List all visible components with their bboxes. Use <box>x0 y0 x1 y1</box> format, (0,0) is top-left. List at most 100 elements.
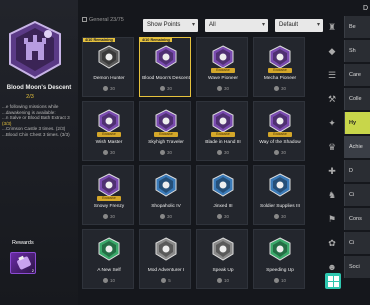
achievement-points: 10 <box>254 278 306 283</box>
points-coin-icon <box>273 278 279 283</box>
points-coin-icon <box>161 278 167 283</box>
menu-category-icon: ♜ <box>327 22 337 32</box>
reward-item[interactable]: 2 <box>10 252 36 274</box>
general-count: General 23/75 <box>82 17 124 23</box>
achievement-badge-icon <box>155 109 177 133</box>
menu-category-icon: ☻ <box>327 262 337 272</box>
achievement-badge-icon <box>98 173 120 197</box>
reward-quantity: 2 <box>31 268 34 273</box>
achievement-card[interactable]: Exclusive Wish Master 30 <box>82 101 134 161</box>
menu-tab[interactable]: Hy <box>344 112 370 134</box>
chevron-down-icon: ▾ <box>261 22 265 28</box>
achievement-badge-icon <box>98 109 120 133</box>
achievement-card[interactable]: Soldier Supplies III 30 <box>253 165 305 225</box>
achievement-card[interactable]: Speak Up 10 <box>196 229 248 289</box>
points-coin-icon <box>216 214 222 219</box>
menu-tab[interactable]: Soci <box>344 256 370 278</box>
achievement-name: Shopaholic IV <box>151 204 181 209</box>
right-menu-icons: ♜ ◆ ☰ ⚒ ✦ ♛ ✚ ♞ ⚑ ✿ ☻ <box>322 14 342 305</box>
exclusive-tag: Exclusive <box>97 196 121 201</box>
achievement-card[interactable]: Exclusive Blade in Hand III 30 <box>196 101 248 161</box>
grid-menu-button[interactable] <box>325 273 341 289</box>
exclusive-tag: Exclusive <box>97 132 121 137</box>
chevron-down-icon: ▾ <box>191 22 195 28</box>
sort-dropdown[interactable]: Default ▾ <box>275 19 323 32</box>
points-coin-icon <box>273 86 279 91</box>
achievement-points: 30 <box>197 150 249 155</box>
achievement-card[interactable]: Exclusive Snowy Frenzy 30 <box>82 165 134 225</box>
achievement-card[interactable]: Speeding Up 10 <box>253 229 305 289</box>
achievement-card[interactable]: A New Self 10 <box>82 229 134 289</box>
achievement-card[interactable]: Exclusive Skyhigh Traveler 30 <box>139 101 191 161</box>
achievement-card[interactable]: Mod Adventurer I 5 <box>139 229 191 289</box>
category-filter-dropdown[interactable]: All ▾ <box>205 19 268 32</box>
points-coin-icon <box>273 214 279 219</box>
achievement-points: 10 <box>83 278 135 283</box>
achievement-points: 30 <box>140 150 192 155</box>
right-menu-tabs: Be Sh Care Colle Hy Achie D Ci Cons Ci Soci <box>344 14 370 305</box>
menu-tab[interactable]: Care <box>344 64 370 86</box>
remaining-badge: 4/10 Remaining <box>83 38 115 42</box>
points-filter-dropdown[interactable]: Show Points ▾ <box>143 19 198 32</box>
achievement-card[interactable]: Jinxed III 30 <box>196 165 248 225</box>
exclusive-tag: Exclusive <box>268 132 292 137</box>
chevron-down-icon: ▾ <box>316 22 320 28</box>
achievement-name: Blade in Hand III <box>205 140 241 145</box>
achievement-name: Wish Master <box>95 140 123 145</box>
achievement-card[interactable]: 4/10 Remaining Blood Moon's Descent 30 <box>139 37 191 97</box>
menu-tab[interactable]: Ci <box>344 232 370 254</box>
achievement-badge-icon <box>155 45 177 69</box>
achievement-badge-icon <box>269 237 291 261</box>
menu-tab[interactable]: Ci <box>344 184 370 206</box>
castle-badge-icon <box>9 20 61 80</box>
menu-tab[interactable]: Colle <box>344 88 370 110</box>
menu-category-icon: ♛ <box>327 142 337 152</box>
achievement-badge-icon <box>98 237 120 261</box>
achievement-points: 5 <box>140 278 192 283</box>
menu-tab[interactable]: D <box>344 160 370 182</box>
points-coin-icon <box>159 214 165 219</box>
achievement-card[interactable]: Exclusive Way of the Shadow 30 <box>253 101 305 161</box>
points-coin-icon <box>216 150 222 155</box>
achievement-points: 30 <box>254 86 306 91</box>
menu-category-icon: ⚒ <box>327 94 337 104</box>
achievement-card[interactable]: 4/10 Remaining Demon Hunter 30 <box>82 37 134 97</box>
exclusive-tag: Exclusive <box>154 132 178 137</box>
points-coin-icon <box>159 150 165 155</box>
menu-category-icon: ✿ <box>328 238 336 248</box>
general-icon <box>82 17 87 22</box>
menu-tab[interactable]: Be <box>344 16 370 38</box>
achievement-badge-icon <box>212 173 234 197</box>
points-coin-icon <box>102 214 108 219</box>
menu-category-icon: ♞ <box>327 190 337 200</box>
achievement-grid: 4/10 Remaining Demon Hunter 30 4/10 Remaini… <box>82 37 322 305</box>
menu-tab[interactable]: Cons <box>344 208 370 230</box>
points-coin-icon <box>102 278 108 283</box>
achievement-badge-icon <box>155 173 177 197</box>
menu-tab[interactable]: Sh <box>344 40 370 62</box>
achievement-name: Mecha Pioneer <box>263 76 297 81</box>
achievement-points: 30 <box>140 86 192 91</box>
exclusive-tag: Exclusive <box>211 68 235 73</box>
achievement-card[interactable]: Exclusive Mecha Pioneer 30 <box>253 37 305 97</box>
achievement-points: 30 <box>83 86 135 91</box>
description-line: ...Blood Chin Chest 3 times. (3/3) <box>2 131 70 137</box>
menu-tab[interactable]: Achie <box>344 136 370 158</box>
achievement-badge-icon <box>269 109 291 133</box>
right-menu: ♜ ◆ ☰ ⚒ ✦ ♛ ✚ ♞ ⚑ ✿ ☻ Be Sh Care Colle Hy Achie D Ci Cons C… <box>322 14 370 305</box>
achievement-description: ...e following missions while ...dawakeni… <box>2 104 76 138</box>
achievement-points: 30 <box>83 150 135 155</box>
achievement-name: Skyhigh Traveler <box>148 140 184 145</box>
achievement-name: A New Self <box>97 268 121 273</box>
achievement-badge-icon <box>155 237 177 261</box>
achievement-card[interactable]: Shopaholic IV 30 <box>139 165 191 225</box>
menu-category-icon: ⚑ <box>327 214 337 224</box>
achievement-card[interactable]: Exclusive Wave Pioneer 30 <box>196 37 248 97</box>
menu-category-icon: ✦ <box>328 118 336 128</box>
achievement-points: 10 <box>197 278 249 283</box>
rewards-label: Rewards <box>12 240 34 246</box>
achievement-name: Demon Hunter <box>93 76 125 81</box>
achievement-points: 30 <box>254 150 306 155</box>
menu-category-icon: ✚ <box>328 166 336 176</box>
achievement-badge-icon <box>269 45 291 69</box>
